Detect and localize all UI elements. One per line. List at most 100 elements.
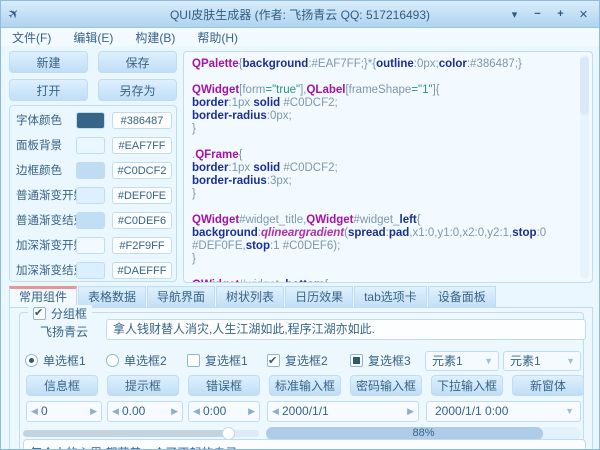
maximize-button[interactable]: + (549, 8, 572, 20)
demo-groupbox: 分组框 飞扬青云 拿人钱财替人消灾,人生江湖如此,程序江湖亦如此. 单选框1单选… (19, 312, 584, 450)
code-line: background:qlineargradient(spread:pad,x1… (192, 227, 578, 253)
code-token: background (192, 227, 258, 239)
radio-1[interactable]: 单选框2 (106, 353, 167, 369)
code-token: :#EAF7FF;}*{ (308, 58, 376, 70)
spinbox-0[interactable]: 0◀▶ (26, 401, 102, 422)
menu-item-2[interactable]: 构建(B) (124, 29, 186, 46)
minimize-button[interactable]: − (526, 8, 549, 20)
spinbox-2[interactable]: 0:00◀▶ (188, 401, 260, 422)
file-button-1[interactable]: 保存 (98, 51, 177, 73)
spin-up-icon[interactable]: ▶ (171, 402, 178, 421)
menu-item-0[interactable]: 文件(F) (1, 29, 62, 46)
combobox-0[interactable]: 元素1▼ (425, 351, 499, 371)
combobox-1[interactable]: 元素1▼ (503, 351, 581, 371)
checkbox-icon[interactable] (187, 354, 200, 367)
tab-5[interactable]: tab选项卡 (354, 286, 427, 307)
code-token: pad (389, 227, 409, 239)
color-swatch[interactable] (76, 237, 105, 254)
code-line: border:1px solid #C0DCF2; (192, 97, 578, 110)
spin-down-icon[interactable]: ◀ (272, 402, 279, 421)
color-value-field[interactable]: #DEF0FE (112, 187, 172, 204)
demo-slider[interactable] (23, 430, 259, 437)
code-token: { (239, 149, 243, 161)
color-value-field[interactable]: #C0DCF2 (112, 162, 172, 179)
checkbox-icon[interactable] (267, 354, 280, 367)
tab-3[interactable]: 树状列表 (216, 286, 284, 307)
chevron-down-icon[interactable]: ▼ (484, 352, 493, 370)
dialog-button-0[interactable]: 信息框 (26, 375, 98, 396)
window-controls: ▾−+✕ (503, 1, 595, 27)
dialog-button-3[interactable]: 标准输入框 (269, 375, 341, 396)
radio-icon[interactable] (106, 354, 119, 367)
groupbox-legend[interactable]: 分组框 (28, 305, 92, 321)
color-swatch[interactable] (76, 187, 105, 204)
file-button-grid: 新建保存打开另存为 (9, 51, 177, 101)
spin-down-icon[interactable]: ◀ (112, 402, 119, 421)
color-swatch[interactable] (76, 162, 105, 179)
tab-1[interactable]: 表格数据 (78, 286, 146, 307)
tab-2[interactable]: 导航界面 (147, 286, 215, 307)
spin-up-icon[interactable]: ▶ (407, 402, 414, 421)
spin-up-icon[interactable]: ▶ (90, 402, 97, 421)
radio-0[interactable]: 单选框1 (25, 353, 86, 369)
color-swatch[interactable] (76, 212, 105, 229)
radio-icon[interactable] (25, 354, 38, 367)
tab-6[interactable]: 设备面板 (428, 286, 496, 307)
code-scrollbar[interactable] (580, 55, 589, 279)
chevron-down-icon[interactable]: ▼ (566, 352, 575, 370)
menu-item-3[interactable]: 帮助(H) (186, 29, 249, 46)
dialog-button-1[interactable]: 提示框 (107, 375, 179, 396)
spin-down-icon[interactable]: ◀ (193, 402, 200, 421)
skin-menu-button[interactable]: ▾ (503, 8, 526, 21)
datetime-combobox[interactable]: 2000/1/1 0:00▼ (426, 401, 581, 422)
color-value-field[interactable]: #DAEFFF (112, 262, 172, 279)
tab-pane-common-widgets: 分组框 飞扬青云 拿人钱财替人消灾,人生江湖如此,程序江湖亦如此. 单选框1单选… (9, 307, 593, 450)
title-bar[interactable]: ✈ QUI皮肤生成器 (作者: 飞扬青云 QQ: 517216493) ▾−+✕ (1, 1, 599, 28)
checkbox-2[interactable]: 复选框3 (350, 353, 411, 369)
author-label: 飞扬青云 (40, 323, 88, 340)
color-swatch[interactable] (76, 137, 105, 154)
color-value-field[interactable]: #386487 (112, 112, 172, 129)
code-token: :#386487;} (467, 58, 522, 70)
dialog-button-4[interactable]: 密码输入框 (350, 375, 422, 396)
color-swatch[interactable] (76, 262, 105, 279)
code-token: #C0DCF2; (280, 162, 338, 174)
color-swatch[interactable] (76, 112, 105, 129)
close-button[interactable]: ✕ (572, 8, 595, 21)
dialog-button-2[interactable]: 错误框 (188, 375, 260, 396)
code-line (192, 71, 578, 84)
qss-code-editor[interactable]: QPalette{background:#EAF7FF;}*{outline:0… (183, 51, 593, 283)
groupbox-checkbox[interactable] (33, 307, 46, 320)
spinbox-1[interactable]: 0.00◀▶ (107, 401, 183, 422)
color-row-1: 面板背景#EAF7FF (10, 137, 176, 155)
menu-item-1[interactable]: 编辑(E) (62, 29, 124, 46)
radio-checkbox-row: 单选框1 单选框2 复选框1 复选框2 复选框3 元素1▼元素1▼ (20, 353, 583, 369)
spin-up-icon[interactable]: ▶ (248, 402, 255, 421)
tab-4[interactable]: 日历效果 (285, 286, 353, 307)
code-token: #widget_ (353, 214, 399, 226)
spin-down-icon[interactable]: ◀ (31, 402, 38, 421)
demo-line-edit[interactable]: 拿人钱财替人消灾,人生江湖如此,程序江湖亦如此. (106, 319, 586, 340)
code-token: :1px (228, 97, 253, 109)
file-button-0[interactable]: 新建 (9, 51, 88, 73)
code-token: } (192, 253, 196, 265)
code-token: stop (512, 227, 536, 239)
code-token: border-radius (192, 175, 267, 187)
dialog-button-6[interactable]: 新窗体 (512, 375, 584, 396)
file-button-3[interactable]: 另存为 (98, 79, 177, 101)
checkbox-1[interactable]: 复选框2 (267, 353, 328, 369)
demo-text-edit[interactable]: 每个人的心里,都藏着一个了不起的自己. (23, 439, 586, 450)
code-line (192, 266, 578, 279)
checkbox-icon[interactable] (350, 354, 363, 367)
code-token: QWidget (192, 279, 239, 283)
color-value-field[interactable]: #EAF7FF (112, 137, 172, 154)
code-token: } (192, 123, 196, 135)
color-value-field[interactable]: #C0DEF6 (112, 212, 172, 229)
code-scrollbar-thumb[interactable] (580, 57, 589, 115)
spinbox-3[interactable]: 2000/1/1◀▶ (267, 401, 419, 422)
checkbox-0[interactable]: 复选框1 (187, 353, 248, 369)
dialog-button-5[interactable]: 下拉输入框 (431, 375, 503, 396)
color-value-field[interactable]: #F2F9FF (112, 237, 172, 254)
file-button-2[interactable]: 打开 (9, 79, 88, 101)
chevron-down-icon[interactable]: ▼ (565, 402, 574, 421)
